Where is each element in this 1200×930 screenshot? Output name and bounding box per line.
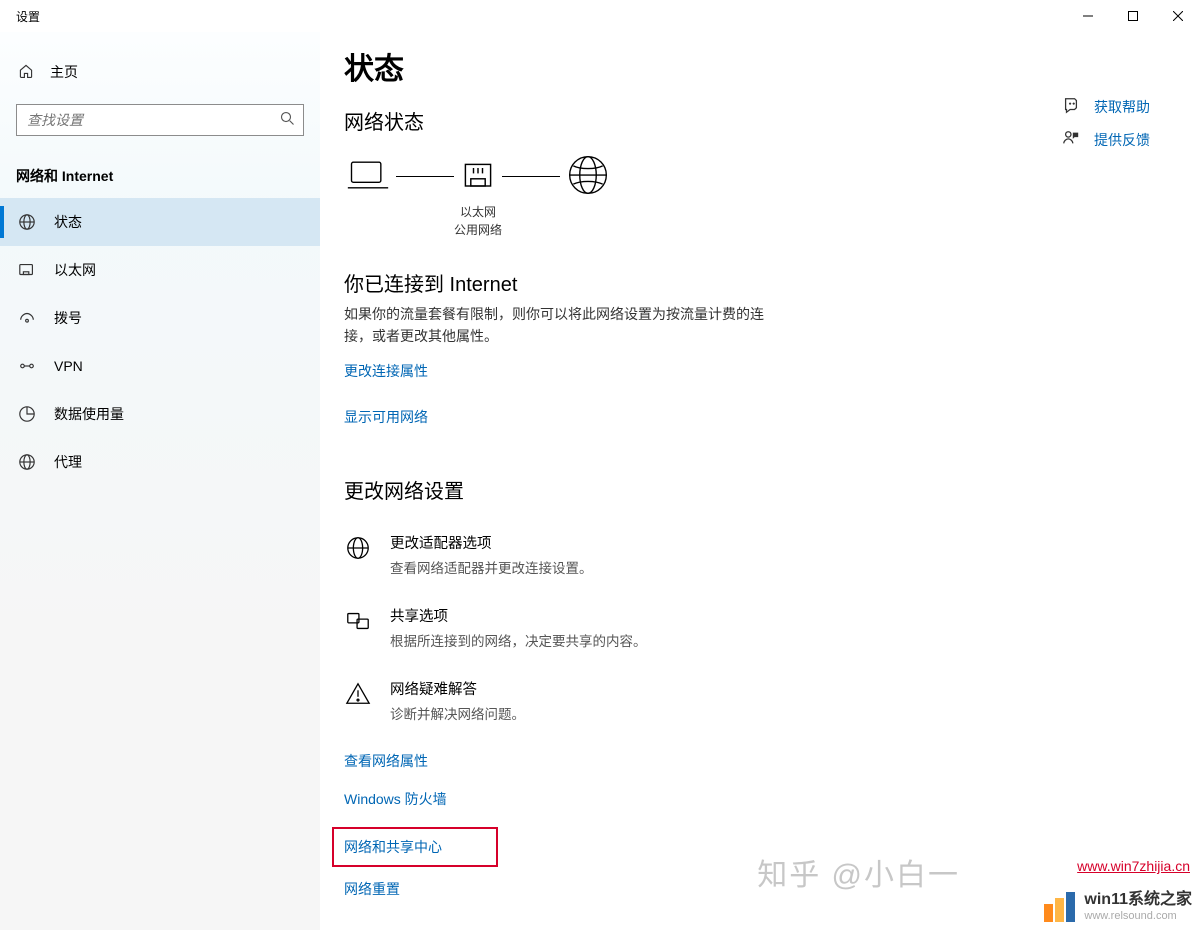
status-icon bbox=[18, 213, 36, 231]
titlebar: 设置 bbox=[0, 0, 1200, 32]
nav-label: 拨号 bbox=[54, 308, 82, 328]
brand-watermark: win11系统之家 www.relsound.com bbox=[1044, 892, 1192, 924]
sharing-center-link[interactable]: 网络和共享中心 bbox=[344, 837, 442, 857]
row-desc: 根据所连接到的网络，决定要共享的内容。 bbox=[390, 630, 647, 650]
get-help-row[interactable]: 获取帮助 bbox=[1062, 96, 1150, 117]
nav-label: 以太网 bbox=[54, 260, 96, 280]
sidebar: 主页 网络和 Internet 状态 以太网 bbox=[0, 32, 320, 930]
globe-icon bbox=[566, 153, 610, 200]
brand-sub: www.relsound.com bbox=[1084, 908, 1192, 924]
adapter-icon bbox=[344, 534, 372, 562]
connected-desc: 如果你的流量套餐有限制，则你可以将此网络设置为按流量计费的连接，或者更改其他属性… bbox=[344, 303, 784, 347]
brand-name: win11系统之家 bbox=[1084, 892, 1192, 908]
nav-label: VPN bbox=[54, 358, 83, 374]
proxy-icon bbox=[18, 453, 36, 471]
change-connection-link[interactable]: 更改连接属性 bbox=[344, 361, 428, 381]
sidebar-section-title: 网络和 Internet bbox=[16, 166, 320, 186]
window-controls bbox=[1065, 1, 1200, 31]
nav-ethernet[interactable]: 以太网 bbox=[0, 246, 320, 294]
page-title: 状态 bbox=[344, 44, 1200, 88]
nav-vpn[interactable]: VPN bbox=[0, 342, 320, 390]
computer-icon bbox=[346, 153, 390, 200]
connected-heading: 你已连接到 Internet bbox=[344, 268, 1200, 297]
window-title: 设置 bbox=[16, 8, 40, 25]
vpn-icon bbox=[18, 357, 36, 375]
url-watermark: www.win7zhijia.cn bbox=[1077, 858, 1190, 874]
brand-logo-icon bbox=[1044, 892, 1076, 924]
minimize-button[interactable] bbox=[1065, 1, 1110, 31]
nav-label: 状态 bbox=[54, 212, 82, 232]
search-box[interactable] bbox=[16, 104, 304, 136]
nav-status[interactable]: 状态 bbox=[0, 198, 320, 246]
row-desc: 诊断并解决网络问题。 bbox=[390, 703, 525, 723]
zhihu-watermark: 知乎 @小白一 bbox=[757, 850, 960, 894]
row-desc: 查看网络适配器并更改连接设置。 bbox=[390, 557, 593, 577]
connection-line bbox=[502, 176, 560, 178]
home-button[interactable]: 主页 bbox=[0, 52, 320, 92]
help-panel: 获取帮助 提供反馈 bbox=[1062, 96, 1150, 162]
connection-line bbox=[396, 176, 454, 178]
nav-proxy[interactable]: 代理 bbox=[0, 438, 320, 486]
adapter-options-row[interactable]: 更改适配器选项 查看网络适配器并更改连接设置。 bbox=[344, 532, 1200, 577]
data-usage-icon bbox=[18, 405, 36, 423]
nav-dialup[interactable]: 拨号 bbox=[0, 294, 320, 342]
get-help-link[interactable]: 获取帮助 bbox=[1094, 97, 1150, 117]
row-title: 网络疑难解答 bbox=[390, 678, 525, 699]
ethernet-icon bbox=[18, 261, 36, 279]
nav-data-usage[interactable]: 数据使用量 bbox=[0, 390, 320, 438]
sharing-options-row[interactable]: 共享选项 根据所连接到的网络，决定要共享的内容。 bbox=[344, 605, 1200, 650]
view-properties-link[interactable]: 查看网络属性 bbox=[344, 751, 1200, 771]
feedback-icon bbox=[1062, 129, 1080, 150]
main-content: 状态 网络状态 以太网 公用网络 你已连接到 Internet 如果你的流量套餐… bbox=[320, 32, 1200, 930]
ethernet-port-icon: 以太网 公用网络 bbox=[460, 159, 496, 195]
ethernet-label: 以太网 bbox=[418, 203, 538, 221]
feedback-row[interactable]: 提供反馈 bbox=[1062, 129, 1150, 150]
warning-icon bbox=[344, 680, 372, 708]
maximize-button[interactable] bbox=[1110, 1, 1155, 31]
ethernet-sublabel: 公用网络 bbox=[418, 221, 538, 239]
home-label: 主页 bbox=[50, 62, 78, 82]
firewall-link[interactable]: Windows 防火墙 bbox=[344, 789, 1200, 809]
feedback-link[interactable]: 提供反馈 bbox=[1094, 130, 1150, 150]
row-title: 共享选项 bbox=[390, 605, 647, 626]
dialup-icon bbox=[18, 309, 36, 327]
nav-list: 状态 以太网 拨号 VPN bbox=[0, 198, 320, 486]
home-icon bbox=[18, 63, 34, 82]
sharing-center-highlight: 网络和共享中心 bbox=[332, 827, 498, 867]
row-title: 更改适配器选项 bbox=[390, 532, 593, 553]
troubleshoot-row[interactable]: 网络疑难解答 诊断并解决网络问题。 bbox=[344, 678, 1200, 723]
search-icon bbox=[280, 111, 295, 129]
sharing-icon bbox=[344, 607, 372, 635]
nav-label: 数据使用量 bbox=[54, 404, 124, 424]
close-button[interactable] bbox=[1155, 1, 1200, 31]
nav-label: 代理 bbox=[54, 452, 82, 472]
show-networks-link[interactable]: 显示可用网络 bbox=[344, 407, 428, 427]
change-settings-heading: 更改网络设置 bbox=[344, 475, 1200, 504]
search-input[interactable] bbox=[27, 112, 280, 128]
help-icon bbox=[1062, 96, 1080, 117]
